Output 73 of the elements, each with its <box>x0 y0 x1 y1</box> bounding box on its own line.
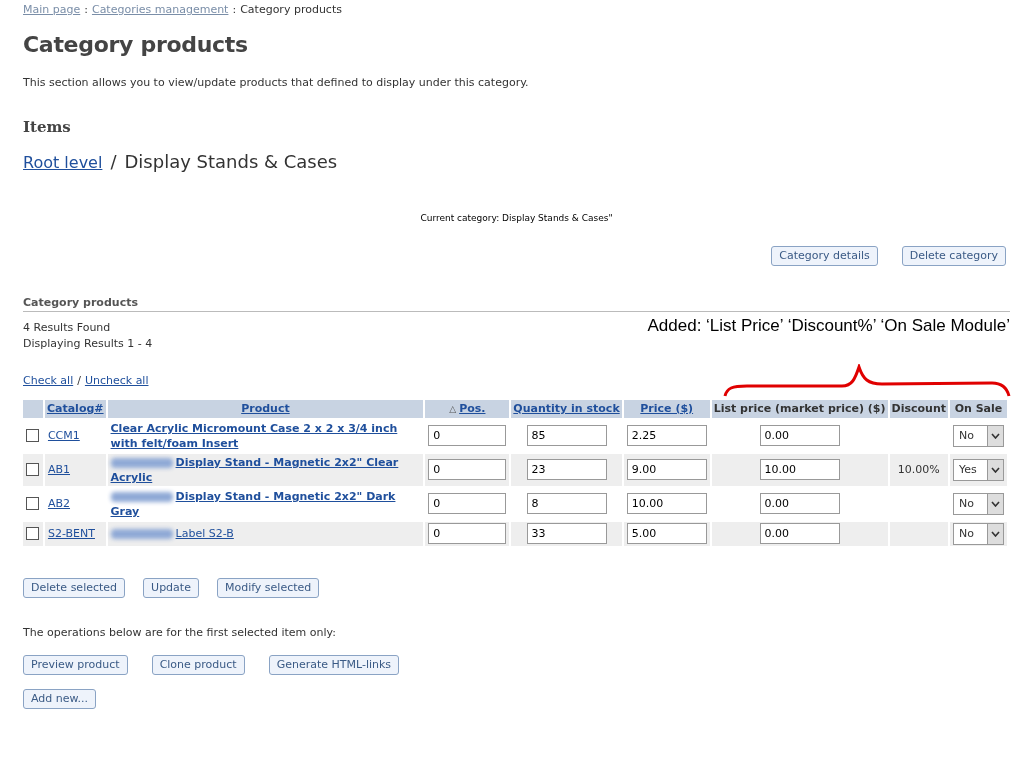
dropdown-caret-icon <box>991 432 1000 439</box>
column-sort-link[interactable]: Catalog# <box>46 401 104 415</box>
product-name-link[interactable]: Clear Acrylic Micromount Case 2 x 2 x 3/4 inch with felt/foam Insert <box>110 420 421 451</box>
action-button[interactable]: Generate HTML-links <box>268 654 400 675</box>
page-title: Category products <box>23 31 249 60</box>
results-count: 4 Results Found <box>23 321 112 336</box>
displaying-range: Displaying Results 1 - 4 <box>23 337 153 352</box>
price-field[interactable]: 10.00 <box>626 493 707 515</box>
row-checkbox[interactable] <box>26 429 39 442</box>
column-sort-link[interactable]: Quantity in stock <box>513 401 620 415</box>
page-description: This section allows you to view/update products that defined to display under this category. <box>23 75 530 91</box>
section-title: Category products <box>23 295 1010 313</box>
column-header: On Sale <box>950 399 1007 418</box>
action-button[interactable]: Modify selected <box>216 577 320 598</box>
action-button[interactable]: Update <box>143 577 199 598</box>
on-sale-select[interactable]: Yes <box>953 458 1004 481</box>
path-separator: / <box>110 149 117 174</box>
price-field[interactable]: 9.00 <box>626 459 707 481</box>
row-checkbox[interactable] <box>26 463 39 476</box>
header-cell <box>23 399 43 418</box>
column-header: List price (market price) ($) <box>711 399 888 418</box>
action-button[interactable]: Clone product <box>151 654 245 675</box>
list-price-field[interactable]: 0.00 <box>759 425 840 447</box>
add-new-button[interactable]: Add new... <box>23 688 96 709</box>
delete-category-button[interactable]: Delete category <box>901 245 1006 266</box>
column-sort-link[interactable]: Pos. <box>459 401 486 415</box>
annotation-text: Added: ‘List Price’ ‘Discount%’ ‘On Sale Module’ <box>647 315 1010 338</box>
check-all-link[interactable]: Check all <box>23 373 74 388</box>
column-header: Discount <box>889 399 948 418</box>
position-field[interactable]: 0 <box>428 523 507 545</box>
position-field[interactable]: 0 <box>428 425 507 447</box>
list-price-field[interactable]: 0.00 <box>759 523 840 545</box>
current-category-note: Current category: Display Stands & Cases" <box>420 213 613 224</box>
catalog-number-link[interactable]: AB2 <box>47 496 70 510</box>
action-button[interactable]: Preview product <box>23 654 128 675</box>
discount-value: 10.00% <box>897 462 940 476</box>
price-field[interactable]: 5.00 <box>626 523 707 545</box>
list-price-field[interactable]: 10.00 <box>759 459 840 481</box>
row-checkbox[interactable] <box>26 497 39 510</box>
breadcrumb-link[interactable]: Main page <box>23 3 81 18</box>
action-button[interactable]: Delete selected <box>23 577 126 598</box>
list-price-field[interactable]: 0.00 <box>759 493 840 515</box>
sort-indicator-icon[interactable]: △ <box>449 403 457 414</box>
catalog-number-link[interactable]: CCM1 <box>47 428 80 442</box>
section-heading: Items <box>23 118 72 138</box>
catalog-number-link[interactable]: AB1 <box>47 462 70 476</box>
root-level-link[interactable]: Root level <box>23 152 103 174</box>
column-sort-link[interactable]: Product <box>241 401 290 415</box>
column-sort-link[interactable]: Price ($) <box>640 401 694 415</box>
uncheck-all-link[interactable]: Uncheck all <box>84 373 149 388</box>
price-field[interactable]: 2.25 <box>626 425 707 447</box>
position-field[interactable]: 0 <box>428 493 507 515</box>
breadcrumb-link[interactable]: Categories management <box>91 3 229 18</box>
breadcrumb-separator: : <box>232 3 237 18</box>
position-field[interactable]: 0 <box>428 459 507 481</box>
product-name-link[interactable]: Display Stand - Magnetic 2x2" Dark Gray <box>110 488 421 519</box>
current-category-name: Display Stands & Cases <box>124 149 338 174</box>
quantity-field[interactable]: 8 <box>526 493 607 515</box>
row-checkbox[interactable] <box>26 527 39 540</box>
operations-note: The operations below are for the first selected item only: <box>23 625 337 640</box>
on-sale-select[interactable]: No <box>953 492 1004 515</box>
breadcrumb-separator: : <box>84 3 88 18</box>
link-separator: / <box>77 373 81 388</box>
quantity-field[interactable]: 33 <box>526 523 607 545</box>
quantity-field[interactable]: 23 <box>526 459 607 481</box>
dropdown-caret-icon <box>991 466 1000 473</box>
on-sale-select[interactable]: No <box>953 424 1004 447</box>
quantity-field[interactable]: 85 <box>526 425 607 447</box>
category-details-button[interactable]: Category details <box>771 245 878 266</box>
dropdown-caret-icon <box>991 500 1000 507</box>
dropdown-caret-icon <box>991 530 1000 537</box>
breadcrumb-current: Category products <box>240 3 342 18</box>
on-sale-select[interactable]: No <box>953 522 1004 545</box>
